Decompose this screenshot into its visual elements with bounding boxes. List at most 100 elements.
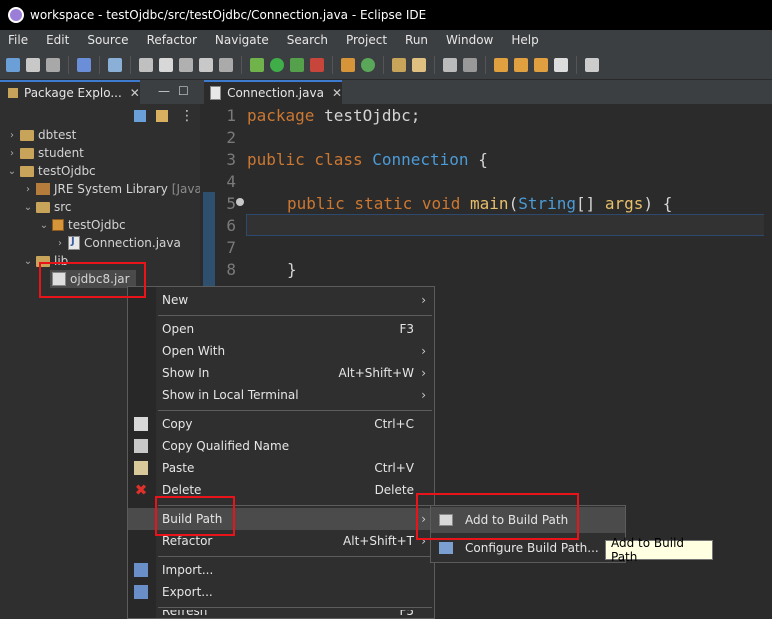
collapse-all-icon[interactable] — [134, 110, 146, 122]
line-number: 7 — [226, 238, 236, 257]
tree-item-connection-java[interactable]: › Connection.java — [54, 234, 181, 252]
title-bar: workspace - testOjdbc/src/testOjdbc/Conn… — [0, 0, 772, 30]
menu-bar: File Edit Source Refactor Navigate Searc… — [0, 30, 772, 50]
chevron-right-icon[interactable]: › — [22, 184, 34, 195]
menu-item-show-in[interactable]: Show In Alt+Shift+W › — [128, 362, 434, 384]
new-class-icon[interactable] — [361, 57, 375, 72]
chevron-down-icon[interactable]: ⌄ — [38, 220, 50, 231]
menu-item-paste[interactable]: Paste Ctrl+V — [128, 457, 434, 479]
menu-item-import[interactable]: Import... — [128, 559, 434, 581]
eclipse-app-icon — [8, 7, 24, 23]
task-icon[interactable] — [179, 57, 193, 72]
close-icon[interactable]: ✕ — [332, 86, 342, 100]
export-icon — [134, 585, 148, 599]
import-icon — [134, 563, 148, 577]
tree-item-testojdbc[interactable]: ⌄ testOjdbc — [6, 162, 96, 180]
context-menu: New › Open F3 Open With › Show In Alt+Sh… — [127, 286, 435, 619]
chevron-right-icon[interactable]: › — [54, 238, 66, 249]
paste-icon — [134, 461, 148, 475]
editor-scrollbar[interactable] — [764, 104, 772, 619]
chevron-right-icon: › — [421, 344, 426, 358]
forward-edit-icon[interactable] — [514, 57, 528, 72]
open-type-icon[interactable] — [392, 57, 406, 72]
back-icon[interactable] — [534, 57, 548, 72]
forward-icon[interactable] — [554, 57, 568, 72]
next-annotation-icon[interactable] — [463, 57, 477, 72]
line-number: 3 — [226, 150, 236, 169]
chevron-right-icon[interactable]: › — [6, 148, 18, 159]
tree-item-jre[interactable]: › JRE System Library [JavaSE — [22, 180, 217, 198]
chevron-right-icon: › — [421, 293, 426, 307]
java-file-icon — [68, 236, 80, 250]
coverage-icon[interactable] — [290, 57, 304, 72]
menu-run[interactable]: Run — [397, 33, 438, 47]
code-line-1: package testOjdbc; — [247, 106, 421, 125]
menu-refactor[interactable]: Refactor — [139, 33, 207, 47]
window-title: workspace - testOjdbc/src/testOjdbc/Conn… — [30, 8, 427, 22]
line-number: 8 — [226, 260, 236, 279]
pen-icon[interactable] — [159, 57, 173, 72]
menu-item-show-local-terminal[interactable]: Show in Local Terminal › — [128, 384, 434, 406]
minimize-icon[interactable]: — — [158, 84, 170, 98]
menu-navigate[interactable]: Navigate — [207, 33, 279, 47]
maximize-icon[interactable]: ☐ — [178, 84, 189, 98]
external-tools-icon[interactable] — [310, 57, 324, 72]
menu-file[interactable]: File — [0, 33, 38, 47]
project-icon — [20, 129, 34, 141]
code-line-5: public static void main(String[] args) { — [287, 194, 673, 213]
source-folder-icon — [36, 201, 50, 213]
menu-window[interactable]: Window — [438, 33, 503, 47]
menu-source[interactable]: Source — [79, 33, 138, 47]
fold-icon[interactable] — [236, 198, 244, 206]
table-icon[interactable] — [199, 57, 213, 72]
link-editor-icon[interactable] — [156, 110, 168, 122]
terminal-icon[interactable] — [77, 57, 91, 72]
menu-item-open-with[interactable]: Open With › — [128, 340, 434, 362]
menu-edit[interactable]: Edit — [38, 33, 79, 47]
search-brush-icon[interactable] — [412, 57, 426, 72]
menu-item-open[interactable]: Open F3 — [128, 318, 434, 340]
menu-search[interactable]: Search — [279, 33, 338, 47]
menu-item-copy[interactable]: Copy Ctrl+C — [128, 413, 434, 435]
copy-qualified-icon — [134, 439, 148, 453]
close-icon[interactable]: ✕ — [130, 86, 140, 100]
view-menu-icon[interactable]: ⋮ — [180, 108, 194, 124]
menu-item-export[interactable]: Export... — [128, 581, 434, 603]
copy-icon — [134, 417, 148, 431]
line-number: 6 — [226, 216, 236, 235]
back-edit-icon[interactable] — [494, 57, 508, 72]
debug-icon[interactable] — [250, 57, 264, 72]
perspective-icon[interactable] — [585, 57, 599, 72]
tree-item-student[interactable]: › student — [6, 144, 84, 162]
line-number: 4 — [226, 172, 236, 191]
chevron-down-icon[interactable]: ⌄ — [22, 256, 34, 267]
save-icon[interactable] — [26, 57, 40, 72]
chevron-down-icon[interactable]: ⌄ — [22, 202, 34, 213]
new-file-icon[interactable] — [6, 57, 20, 72]
chevron-right-icon[interactable]: › — [6, 130, 18, 141]
save-all-icon[interactable] — [46, 57, 60, 72]
tab-package-explorer[interactable]: Package Explo... ✕ — [0, 80, 140, 104]
menu-project[interactable]: Project — [338, 33, 397, 47]
menu-help[interactable]: Help — [503, 33, 548, 47]
tab-label: Package Explo... — [24, 86, 122, 100]
new-package-icon[interactable] — [341, 57, 355, 72]
configure-icon — [439, 542, 453, 554]
tree-item-dbtest[interactable]: › dbtest — [6, 126, 76, 144]
chevron-down-icon[interactable]: ⌄ — [6, 166, 18, 177]
annotation-icon[interactable] — [443, 57, 457, 72]
code-line-3: public class Connection { — [247, 150, 488, 169]
annotation-box-add-to-build-path — [416, 493, 579, 540]
skip-breakpoints-icon[interactable] — [108, 57, 122, 72]
menu-item-copy-qualified-name[interactable]: Copy Qualified Name — [128, 435, 434, 457]
chevron-right-icon: › — [421, 366, 426, 380]
hammer-icon[interactable] — [139, 57, 153, 72]
tree-item-package[interactable]: ⌄ testOjdbc — [38, 216, 126, 234]
pilcrow-icon[interactable] — [219, 57, 233, 72]
tab-connection-java[interactable]: Connection.java ✕ — [204, 80, 342, 104]
menu-item-refresh[interactable]: Refresh F5 — [128, 610, 434, 618]
run-icon[interactable] — [270, 57, 284, 72]
current-line-highlight — [246, 214, 772, 236]
menu-item-new[interactable]: New › — [128, 289, 434, 311]
tree-item-src[interactable]: ⌄ src — [22, 198, 72, 216]
